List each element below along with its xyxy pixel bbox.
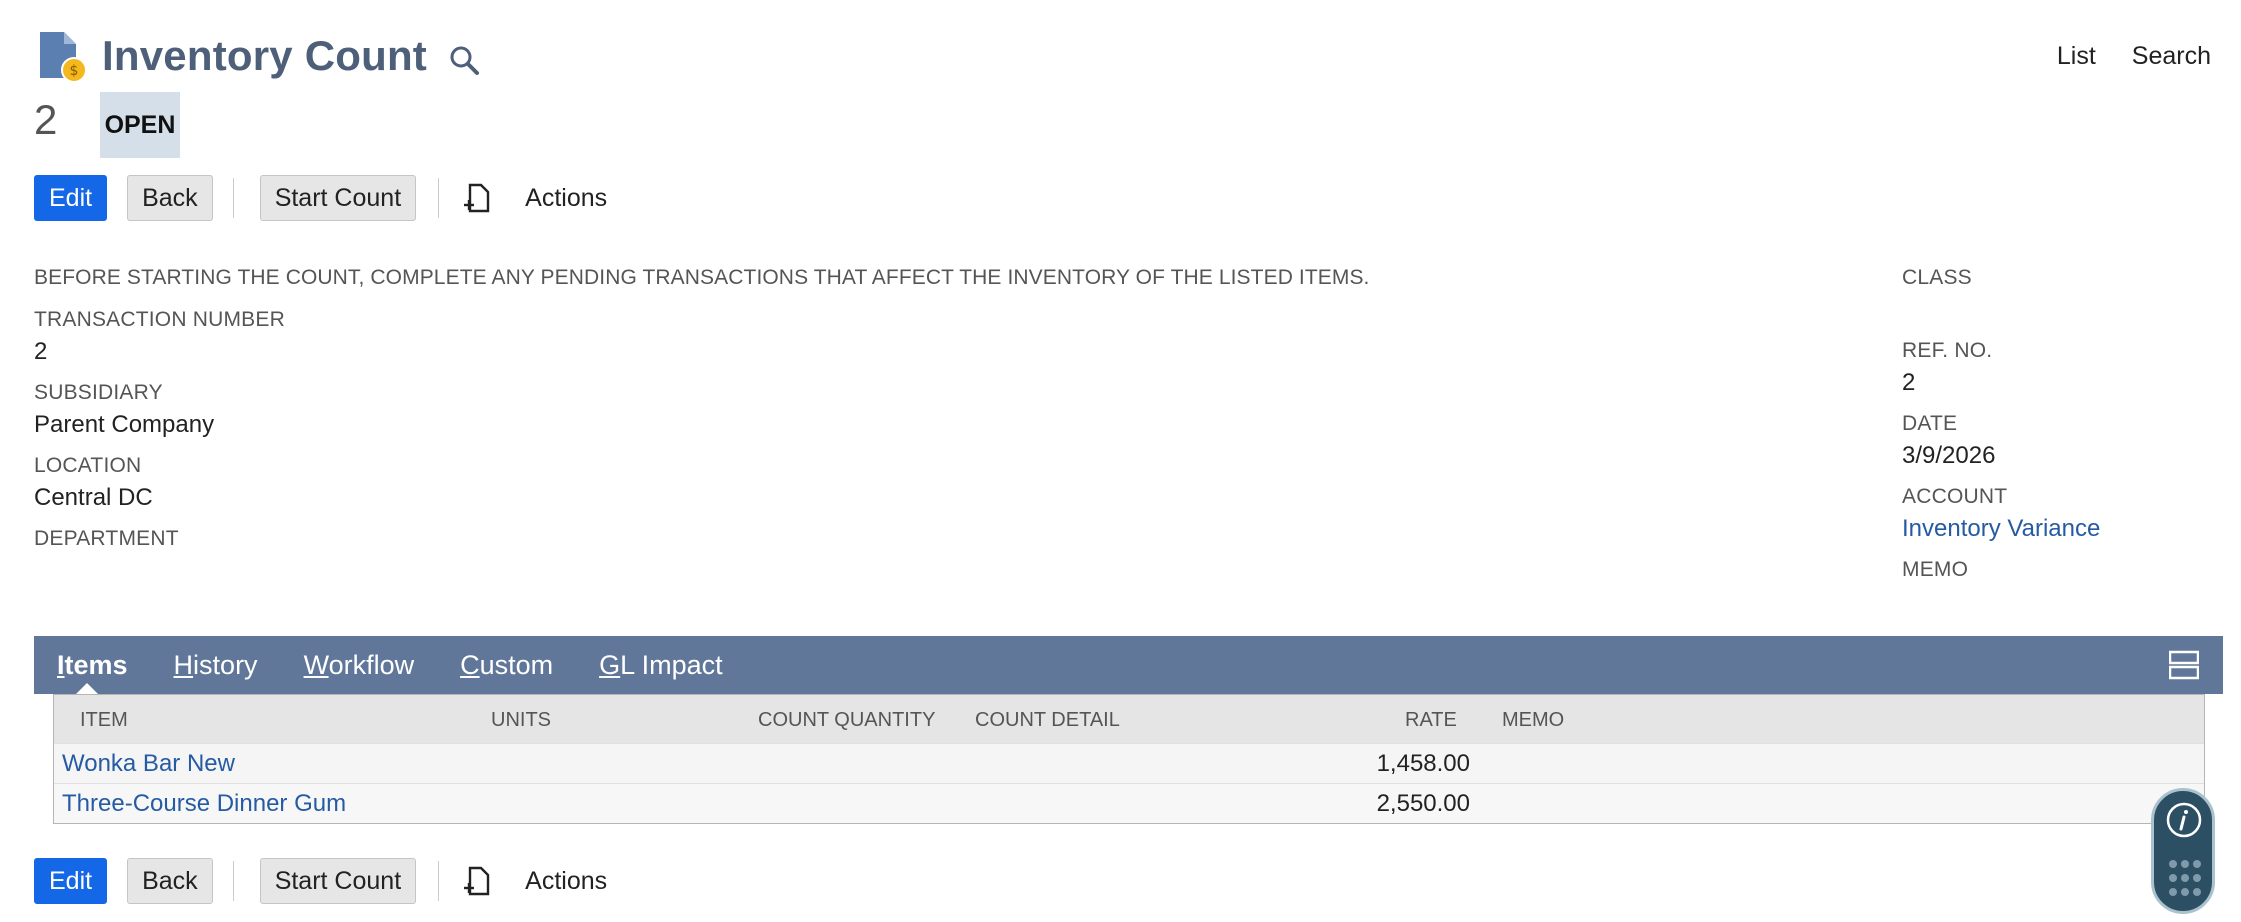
field-label: LOCATION (34, 454, 142, 477)
record-id: 2 (34, 96, 58, 143)
field-date: DATE 3/9/2026 (1902, 412, 1995, 470)
field-account: ACCOUNT Inventory Variance (1902, 485, 2100, 543)
new-document-icon[interactable] (461, 864, 493, 898)
back-button[interactable]: Back (127, 858, 213, 904)
toolbar-divider (438, 178, 440, 218)
field-value: Central DC (34, 484, 153, 511)
page-title: Inventory Count (102, 32, 427, 79)
tab-history[interactable]: History (174, 650, 258, 681)
field-label: MEMO (1902, 558, 1969, 581)
field-value: Parent Company (34, 411, 215, 438)
field-location: LOCATION Central DC (34, 454, 153, 512)
svg-text:$: $ (70, 63, 79, 79)
search-link[interactable]: Search (2132, 42, 2211, 71)
column-header-rate[interactable]: RATE (1405, 709, 1457, 732)
table-row: Wonka Bar New 1,458.00 (54, 743, 2204, 783)
actions-menu[interactable]: Actions (525, 867, 607, 896)
field-value: 2 (1902, 369, 1916, 396)
field-label: ACCOUNT (1902, 485, 2008, 508)
rate-cell: 2,550.00 (1376, 790, 1470, 817)
view-toggle-icon[interactable] (2169, 650, 2199, 680)
apps-grid-icon[interactable] (2168, 859, 2202, 899)
tab-items[interactable]: Items (57, 650, 128, 695)
status-badge: OPEN (100, 92, 180, 158)
field-label: DATE (1902, 412, 1958, 435)
field-label: REF. NO. (1902, 339, 1993, 362)
field-value: 2 (34, 338, 48, 365)
new-document-icon[interactable] (461, 181, 493, 215)
table-header: ITEM UNITS COUNT QUANTITY COUNT DETAIL R… (54, 695, 2204, 743)
info-icon[interactable] (2165, 801, 2203, 839)
column-header-memo[interactable]: MEMO (1502, 709, 1564, 732)
list-link[interactable]: List (2057, 42, 2096, 71)
field-ref-no: REF. NO. 2 (1902, 339, 1992, 397)
field-subsidiary: SUBSIDIARY Parent Company (34, 381, 214, 439)
item-link[interactable]: Three-Course Dinner Gum (62, 790, 346, 818)
tab-workflow[interactable]: Workflow (304, 650, 415, 681)
table-row: Three-Course Dinner Gum 2,550.00 (54, 783, 2204, 823)
rate-cell: 1,458.00 (1376, 750, 1470, 777)
field-class: CLASS (1902, 266, 1972, 290)
tab-custom[interactable]: Custom (460, 650, 553, 681)
toolbar-divider (438, 861, 440, 901)
field-label: TRANSACTION NUMBER (34, 308, 285, 331)
start-count-button[interactable]: Start Count (259, 858, 417, 904)
back-button[interactable]: Back (127, 175, 213, 221)
field-value: 3/9/2026 (1902, 442, 1996, 469)
count-notice: BEFORE STARTING THE COUNT, COMPLETE ANY … (34, 266, 1370, 289)
column-header-units[interactable]: UNITS (491, 709, 551, 732)
column-header-count-detail[interactable]: COUNT DETAIL (975, 709, 1120, 732)
field-label: CLASS (1902, 266, 1972, 289)
items-table: ITEM UNITS COUNT QUANTITY COUNT DETAIL R… (53, 694, 2205, 824)
transaction-record-icon: $ (40, 32, 87, 83)
field-label: SUBSIDIARY (34, 381, 163, 404)
start-count-button[interactable]: Start Count (259, 175, 417, 221)
edit-button[interactable]: Edit (34, 175, 108, 221)
column-header-item[interactable]: ITEM (80, 709, 128, 732)
account-link[interactable]: Inventory Variance (1902, 515, 2100, 543)
column-header-count-quantity[interactable]: COUNT QUANTITY (758, 709, 935, 732)
edit-button[interactable]: Edit (34, 858, 108, 904)
page-header: $ Inventory Count (34, 28, 481, 84)
subtab-bar: Items History Workflow Custom GL Impact (34, 636, 2223, 695)
field-memo: MEMO (1902, 558, 1968, 582)
top-toolbar: Edit Back Start Count Actions (34, 174, 607, 222)
toolbar-divider (232, 861, 234, 901)
toolbar-divider (232, 178, 234, 218)
bottom-toolbar: Edit Back Start Count Actions (34, 857, 607, 905)
field-transaction-number: TRANSACTION NUMBER 2 (34, 308, 285, 366)
field-label: DEPARTMENT (34, 527, 179, 550)
field-department: DEPARTMENT (34, 527, 179, 551)
item-link[interactable]: Wonka Bar New (62, 750, 235, 778)
top-links: List Search (2057, 42, 2211, 71)
tab-gl-impact[interactable]: GL Impact (599, 650, 723, 681)
help-widget[interactable] (2151, 788, 2215, 914)
search-icon[interactable] (447, 43, 481, 77)
actions-menu[interactable]: Actions (525, 184, 607, 213)
